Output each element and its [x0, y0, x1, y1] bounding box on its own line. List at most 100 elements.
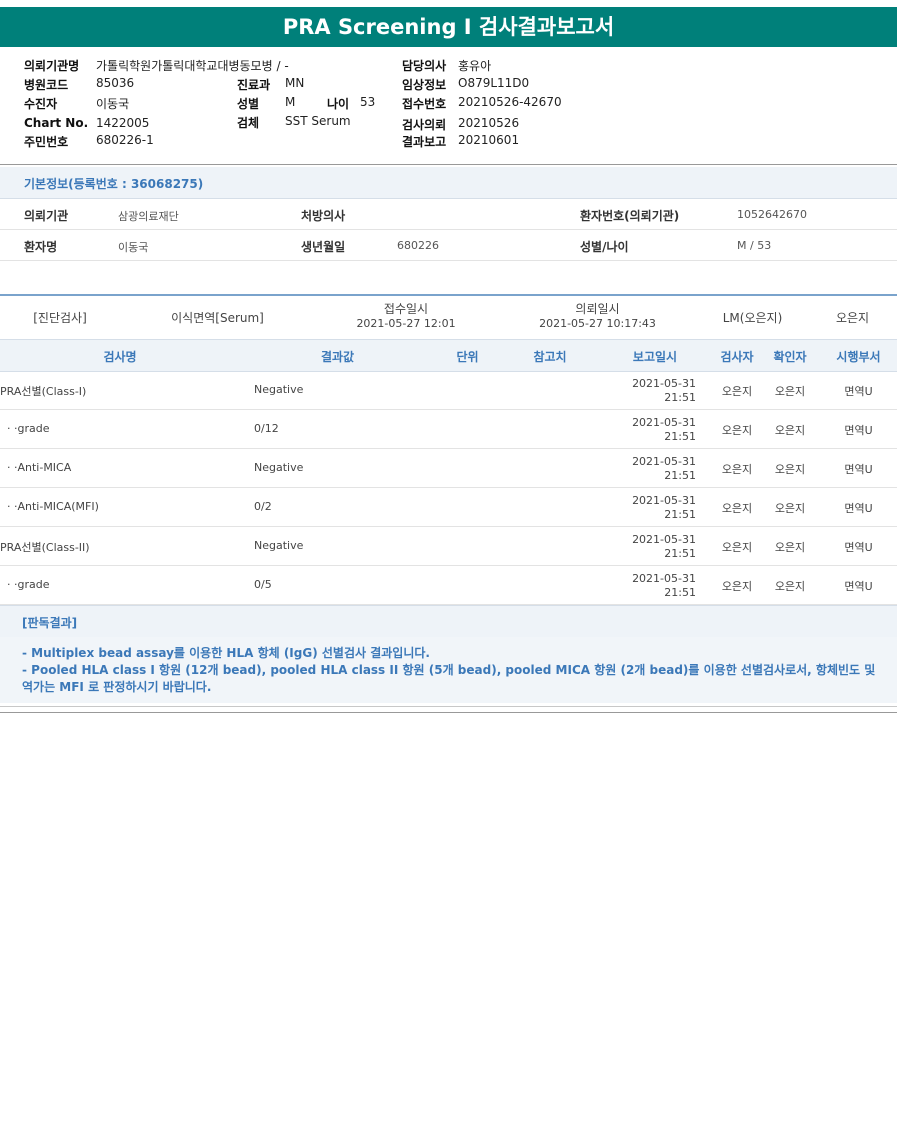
cell-time: 21:51 — [664, 547, 696, 560]
cell-name: · ·grade — [0, 422, 50, 435]
header-value: O879L11D0 — [458, 76, 530, 90]
table-row: · ·Anti-MICA Negative 오은지 오은지 면역U 2021-05-31 2… — [0, 449, 897, 488]
cell-tester: 오은지 — [721, 385, 753, 398]
basic-info-header: 기본정보(등록번호 : 36068275) — [0, 167, 897, 199]
cell-result: Negative — [254, 539, 304, 552]
header-label: 수진자 — [24, 97, 58, 111]
header-value: 680226-1 — [96, 133, 154, 147]
cell-checker: 오은지 — [774, 580, 806, 593]
header-label: Chart No. — [24, 116, 89, 130]
cell-result: 0/12 — [254, 422, 279, 435]
cell-tester: 오은지 — [721, 424, 753, 437]
header-label: 성별 — [237, 97, 260, 111]
field-value: 1052642670 — [737, 208, 807, 221]
header-value: 53 — [360, 95, 376, 109]
header-label: 진료과 — [237, 78, 271, 92]
header-value: 홍유아 — [458, 59, 492, 73]
received-label: 접수일시 — [383, 302, 429, 316]
cell-report-datetime: 2021-05-31 21:51 — [610, 533, 696, 561]
lab-person: 오은지 — [835, 311, 870, 325]
basic-info-row: 의뢰기관 삼광의료재단 처방의사 환자번호(의뢰기관) 1052642670 — [0, 199, 897, 230]
cell-time: 21:51 — [664, 508, 696, 521]
field-label: 의뢰기관 — [24, 209, 69, 223]
column-header: 보고일시 — [632, 350, 678, 364]
column-header: 참고치 — [533, 350, 567, 364]
interpretation-line: - Multiplex bead assay를 이용한 HLA 항체 (IgG)… — [22, 646, 430, 660]
report-header: 의뢰기관명 가톨릭학원가톨릭대학교대병동모병 / - 병원코드 85036 수진… — [0, 55, 897, 165]
cell-date: 2021-05-31 — [632, 533, 696, 546]
column-header: 단위 — [456, 350, 479, 364]
cell-date: 2021-05-31 — [632, 494, 696, 507]
header-label: 임상정보 — [402, 78, 447, 92]
results-table-header: 검사명 결과값 단위 참고치 보고일시 검사자 확인자 시행부서 — [0, 339, 897, 372]
cell-time: 21:51 — [664, 430, 696, 443]
cell-name: PRA선별(Class-II) — [0, 541, 90, 554]
cell-dept: 면역U — [844, 541, 873, 554]
column-header: 결과값 — [320, 350, 355, 364]
field-label: 처방의사 — [301, 209, 346, 223]
column-header: 검사자 — [720, 350, 754, 364]
cell-report-datetime: 2021-05-31 21:51 — [610, 455, 696, 483]
field-value: 이동국 — [118, 241, 149, 254]
cell-time: 21:51 — [664, 586, 696, 599]
field-value: 삼광의료재단 — [118, 210, 179, 223]
cell-report-datetime: 2021-05-31 21:51 — [610, 572, 696, 600]
divider — [0, 712, 897, 713]
cell-report-datetime: 2021-05-31 21:51 — [610, 494, 696, 522]
column-header: 시행부서 — [836, 350, 881, 364]
cell-name: · ·Anti-MICA — [0, 461, 72, 474]
column-header: 검사명 — [103, 350, 137, 364]
cell-checker: 오은지 — [774, 463, 806, 476]
table-row: · ·grade 0/5 오은지 오은지 면역U 2021-05-31 21:51 — [0, 566, 897, 605]
field-label: 환자번호(의뢰기관) — [580, 209, 680, 223]
header-value: SST Serum — [285, 114, 351, 128]
cell-checker: 오은지 — [774, 541, 806, 554]
header-label: 검체 — [237, 116, 260, 130]
table-row: PRA선별(Class-II) Negative 오은지 오은지 면역U 2021-05-… — [0, 527, 897, 566]
cell-date: 2021-05-31 — [632, 416, 696, 429]
interpretation-body: - Multiplex bead assay를 이용한 HLA 항체 (IgG)… — [0, 637, 897, 703]
cell-checker: 오은지 — [774, 385, 806, 398]
header-value: MN — [285, 76, 305, 90]
cell-dept: 면역U — [844, 424, 873, 437]
requested-label: 의뢰일시 — [575, 302, 620, 316]
table-row: PRA선별(Class-I) Negative 오은지 오은지 면역U 2021-05-3… — [0, 371, 897, 410]
header-value: 이동국 — [96, 97, 130, 111]
cell-report-datetime: 2021-05-31 21:51 — [610, 416, 696, 444]
cell-name: · ·Anti-MICA(MFI) — [0, 500, 99, 513]
header-value: 20210601 — [458, 133, 520, 147]
header-value: 85036 — [96, 76, 135, 90]
cell-result: Negative — [254, 383, 304, 396]
interpretation-title: [판독결과] — [22, 616, 78, 630]
received-value: 2021-05-27 12:01 — [356, 317, 456, 330]
cell-tester: 오은지 — [721, 463, 753, 476]
cell-name: PRA선별(Class-I) — [0, 385, 87, 398]
header-value: M — [285, 95, 296, 109]
header-label: 나이 — [327, 97, 350, 111]
order-dept: 이식면역[Serum] — [171, 311, 264, 325]
requested-value: 2021-05-27 10:17:43 — [539, 317, 656, 330]
interpretation-header: [판독결과] — [0, 605, 897, 638]
cell-dept: 면역U — [844, 580, 873, 593]
header-value: 가톨릭학원가톨릭대학교대병동모병 / - — [96, 59, 289, 73]
basic-info-title: 기본정보(등록번호 : 36068275) — [24, 177, 204, 191]
header-label: 접수번호 — [402, 97, 447, 111]
header-label: 병원코드 — [24, 78, 69, 92]
header-value: 20210526-42670 — [458, 95, 562, 109]
column-header: 확인자 — [773, 350, 807, 364]
header-label: 결과보고 — [402, 135, 447, 149]
order-category: [진단검사] — [33, 311, 87, 325]
cell-dept: 면역U — [844, 502, 873, 515]
cell-result: 0/2 — [254, 500, 272, 513]
cell-name: · ·grade — [0, 578, 50, 591]
lab-name: LM(오은지) — [722, 311, 783, 325]
field-label: 성별/나이 — [580, 240, 629, 254]
cell-result: Negative — [254, 461, 304, 474]
cell-tester: 오은지 — [721, 580, 753, 593]
cell-checker: 오은지 — [774, 424, 806, 437]
cell-date: 2021-05-31 — [632, 455, 696, 468]
divider — [0, 706, 897, 707]
cell-checker: 오은지 — [774, 502, 806, 515]
basic-info-row: 환자명 이동국 생년월일 680226 성별/나이 M / 53 — [0, 230, 897, 261]
cell-time: 21:51 — [664, 469, 696, 482]
